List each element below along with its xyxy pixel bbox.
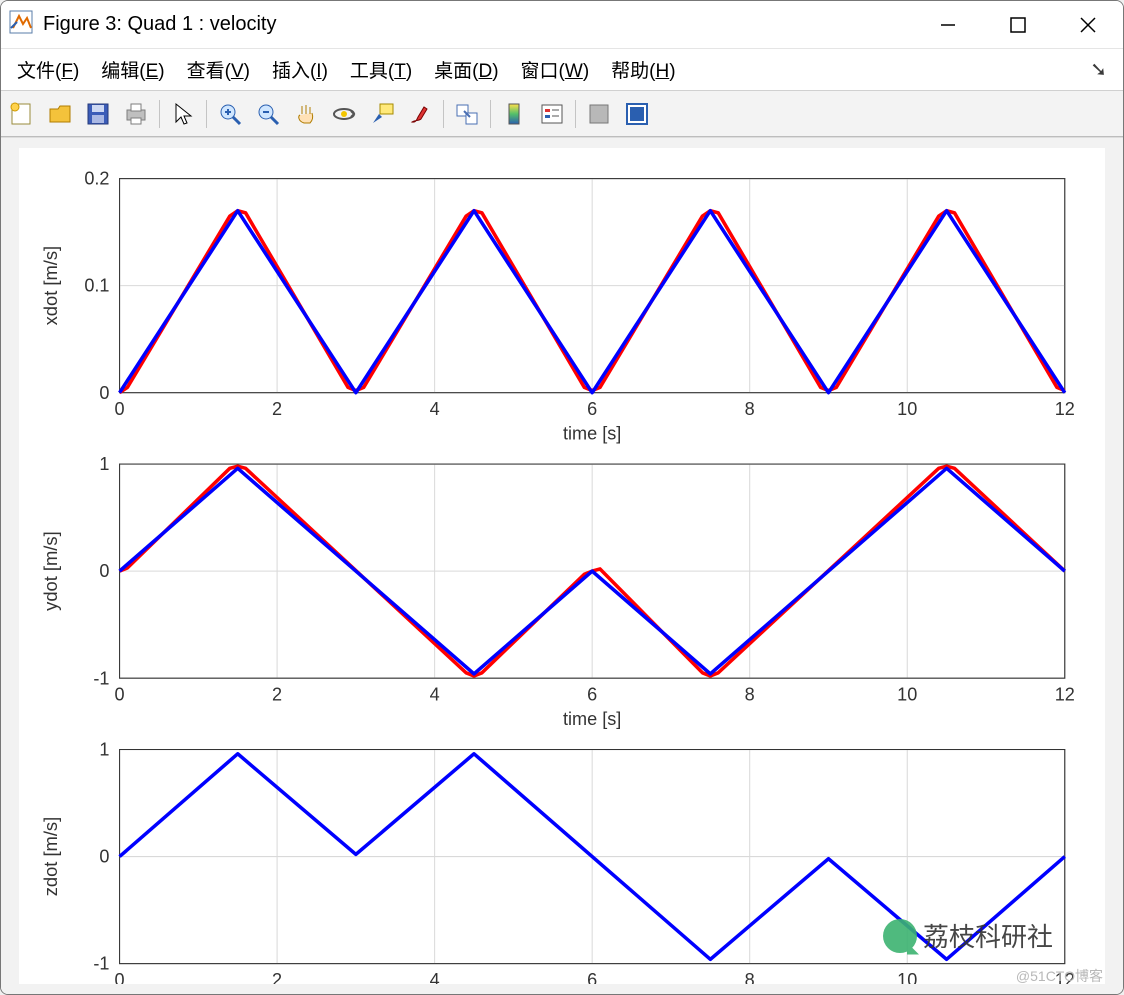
svg-text:time [s]: time [s] xyxy=(563,423,621,443)
pan-icon[interactable] xyxy=(291,99,321,129)
open-icon[interactable] xyxy=(45,99,75,129)
menu-tools[interactable]: 工具(T) xyxy=(340,52,422,87)
close-button[interactable] xyxy=(1053,1,1123,48)
svg-text:0: 0 xyxy=(115,399,125,419)
svg-text:8: 8 xyxy=(745,684,755,704)
matlab-icon xyxy=(9,10,33,39)
toolbar-separator xyxy=(206,100,207,128)
window-controls xyxy=(913,1,1123,48)
toolbar-separator xyxy=(575,100,576,128)
svg-text:6: 6 xyxy=(587,970,597,984)
svg-text:0.1: 0.1 xyxy=(84,276,109,296)
svg-text:0: 0 xyxy=(99,847,109,867)
menu-insert[interactable]: 插入(I) xyxy=(262,52,338,87)
svg-text:-1: -1 xyxy=(93,954,109,974)
svg-text:1: 1 xyxy=(99,740,109,760)
minimize-button[interactable] xyxy=(913,1,983,48)
toolbar-separator xyxy=(490,100,491,128)
svg-text:1: 1 xyxy=(99,454,109,474)
wechat-icon xyxy=(883,919,917,953)
window-title: Figure 3: Quad 1 : velocity xyxy=(43,13,913,36)
hide-plot-icon[interactable] xyxy=(584,99,614,129)
svg-text:6: 6 xyxy=(587,684,597,704)
svg-text:0: 0 xyxy=(115,684,125,704)
svg-text:time [s]: time [s] xyxy=(563,709,621,729)
svg-text:0: 0 xyxy=(115,970,125,984)
print-icon[interactable] xyxy=(121,99,151,129)
toolbar xyxy=(1,91,1123,137)
subplot-icon[interactable] xyxy=(622,99,652,129)
svg-text:-1: -1 xyxy=(93,668,109,688)
svg-text:ydot [m/s]: ydot [m/s] xyxy=(41,531,61,611)
toolbar-separator xyxy=(159,100,160,128)
save-icon[interactable] xyxy=(83,99,113,129)
watermark-brand: 荔枝科研社 xyxy=(883,917,1053,954)
menu-edit[interactable]: 编辑(E) xyxy=(91,52,174,87)
figure-area: 02468101200.10.2time [s]xdot [m/s]024681… xyxy=(1,137,1123,994)
svg-text:4: 4 xyxy=(430,684,440,704)
legend-icon[interactable] xyxy=(537,99,567,129)
watermark-brand-text: 荔枝科研社 xyxy=(923,917,1053,954)
svg-text:0: 0 xyxy=(99,561,109,581)
svg-text:0: 0 xyxy=(99,383,109,403)
menu-desktop[interactable]: 桌面(D) xyxy=(424,52,508,87)
titlebar[interactable]: Figure 3: Quad 1 : velocity xyxy=(1,1,1123,49)
svg-text:12: 12 xyxy=(1055,399,1075,419)
rotate3d-icon[interactable] xyxy=(329,99,359,129)
figure-window: Figure 3: Quad 1 : velocity 文件(F) 编辑(E) … xyxy=(0,0,1124,995)
svg-text:10: 10 xyxy=(897,684,917,704)
svg-text:zdot [m/s]: zdot [m/s] xyxy=(41,817,61,897)
svg-text:0.2: 0.2 xyxy=(84,169,109,189)
dock-icon[interactable]: ➘ xyxy=(1090,57,1117,82)
maximize-button[interactable] xyxy=(983,1,1053,48)
svg-text:10: 10 xyxy=(897,970,917,984)
svg-text:4: 4 xyxy=(430,970,440,984)
menu-help[interactable]: 帮助(H) xyxy=(601,52,685,87)
svg-text:10: 10 xyxy=(897,399,917,419)
toolbar-separator xyxy=(443,100,444,128)
new-figure-icon[interactable] xyxy=(7,99,37,129)
charts-svg[interactable]: 02468101200.10.2time [s]xdot [m/s]024681… xyxy=(19,148,1105,984)
brush-icon[interactable] xyxy=(405,99,435,129)
svg-text:8: 8 xyxy=(745,399,755,419)
svg-text:8: 8 xyxy=(745,970,755,984)
menu-view[interactable]: 查看(V) xyxy=(177,52,260,87)
menu-window[interactable]: 窗口(W) xyxy=(511,52,600,87)
svg-text:6: 6 xyxy=(587,399,597,419)
svg-text:2: 2 xyxy=(272,684,282,704)
svg-text:4: 4 xyxy=(430,399,440,419)
menubar: 文件(F) 编辑(E) 查看(V) 插入(I) 工具(T) 桌面(D) 窗口(W… xyxy=(1,49,1123,91)
zoom-out-icon[interactable] xyxy=(253,99,283,129)
svg-text:2: 2 xyxy=(272,399,282,419)
link-icon[interactable] xyxy=(452,99,482,129)
watermark-credit: @51CTO博客 xyxy=(1016,966,1103,986)
svg-text:xdot [m/s]: xdot [m/s] xyxy=(41,246,61,326)
data-cursor-icon[interactable] xyxy=(367,99,397,129)
svg-text:12: 12 xyxy=(1055,684,1075,704)
zoom-in-icon[interactable] xyxy=(215,99,245,129)
svg-text:2: 2 xyxy=(272,970,282,984)
colorbar-icon[interactable] xyxy=(499,99,529,129)
menu-file[interactable]: 文件(F) xyxy=(7,52,89,87)
pointer-icon[interactable] xyxy=(168,99,198,129)
